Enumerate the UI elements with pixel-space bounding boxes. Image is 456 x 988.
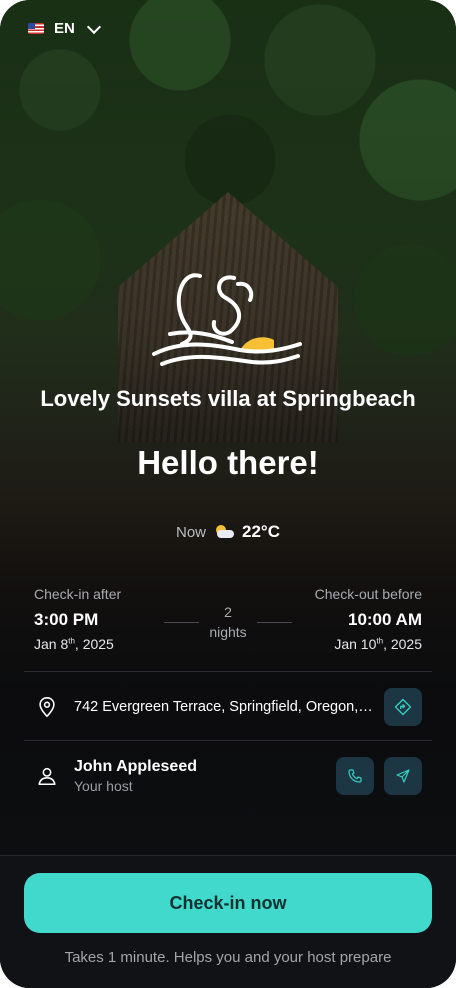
location-pin-icon (39, 697, 55, 718)
message-host-button[interactable] (384, 757, 422, 795)
checkout-date: Jan 10th, 2025 (334, 636, 422, 652)
checkout-time: 10:00 AM (347, 610, 422, 629)
us-flag-icon (28, 23, 44, 34)
language-selector[interactable]: EN (28, 19, 101, 37)
checkin-date: Jan 8th, 2025 (34, 636, 114, 652)
nights-count: 2 (224, 604, 232, 620)
language-code: EN (54, 20, 75, 37)
stay-summary: Check-in after 3:00 PM Jan 8th, 2025 2 ni… (34, 586, 422, 658)
nights-label: nights (209, 624, 247, 640)
app-screen: EN Lovely Sunsets villa at Springbeach H… (0, 0, 456, 988)
checkin-block: Check-in after 3:00 PM Jan 8th, 2025 (34, 586, 121, 652)
send-icon (396, 769, 410, 783)
host-info: John Appleseed Your host (74, 758, 326, 794)
background-gradient (0, 0, 456, 988)
call-host-button[interactable] (336, 757, 374, 795)
weather-widget: Now 22°C (0, 522, 456, 542)
property-logo (152, 273, 302, 366)
check-in-button[interactable]: Check-in now (24, 873, 432, 933)
property-name: Lovely Sunsets villa at Springbeach (40, 386, 416, 411)
checkout-block: Check-out before 10:00 AM Jan 10th, 2025 (315, 586, 422, 652)
nights-indicator: 2 nights (164, 602, 293, 642)
greeting-title: Hello there! (137, 444, 319, 481)
directions-button[interactable] (384, 688, 422, 726)
divider (24, 740, 432, 741)
partly-cloudy-icon (214, 525, 235, 539)
phone-icon (348, 769, 362, 783)
weather-temperature: 22°C (242, 522, 280, 541)
divider (24, 671, 432, 672)
user-icon (38, 767, 56, 786)
address-text: 742 Evergreen Terrace, Springfield, Oreg… (74, 699, 374, 715)
check-in-hint: Takes 1 minute. Helps you and your host … (64, 949, 392, 966)
address-row: 742 Evergreen Terrace, Springfield, Oreg… (36, 688, 422, 726)
checkin-label: Check-in after (34, 586, 122, 602)
chevron-down-icon (86, 19, 101, 34)
checkout-label: Check-out before (314, 586, 422, 602)
weather-label: Now (176, 523, 207, 541)
checkin-time: 3:00 PM (34, 610, 99, 629)
host-name: John Appleseed (74, 758, 197, 775)
host-role: Your host (74, 778, 133, 794)
directions-icon (394, 698, 412, 716)
host-row: John Appleseed Your host (36, 757, 422, 795)
